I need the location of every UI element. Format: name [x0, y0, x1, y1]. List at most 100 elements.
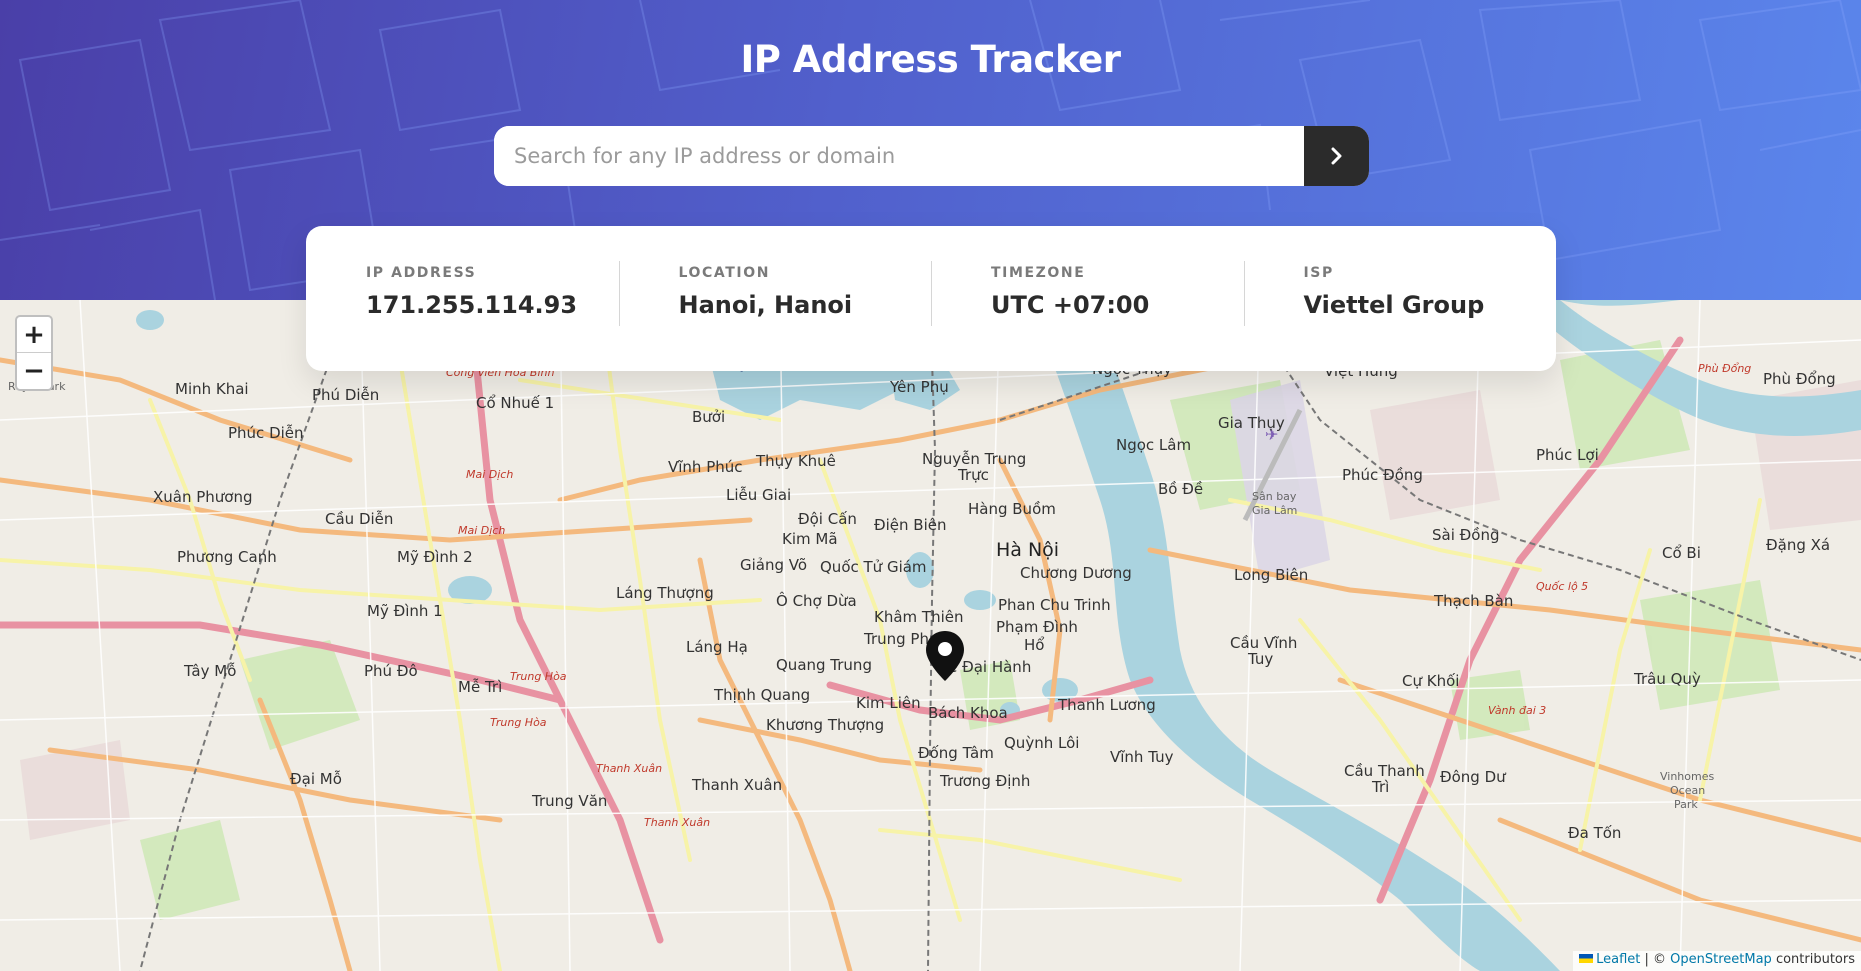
svg-text:Kim Mã: Kim Mã [782, 530, 838, 548]
svg-text:Đội Cấn: Đội Cấn [798, 510, 857, 528]
zoom-control: + − [15, 315, 53, 391]
svg-text:Quốc lộ 5: Quốc lộ 5 [1536, 580, 1588, 593]
svg-text:Cầu Diễn: Cầu Diễn [325, 510, 393, 528]
location-pin-icon[interactable] [924, 630, 966, 682]
svg-text:Thạch Bàn: Thạch Bàn [1433, 592, 1513, 610]
svg-text:Phúc Diễn: Phúc Diễn [228, 424, 304, 442]
page-title: IP Address Tracker [740, 38, 1121, 81]
location-value: Hanoi, Hanoi [678, 291, 853, 319]
svg-text:Ocean: Ocean [1670, 784, 1705, 797]
svg-text:Tuy: Tuy [1247, 650, 1273, 668]
info-location: LOCATION Hanoi, Hanoi [618, 261, 932, 371]
ip-address-value: 171.255.114.93 [366, 291, 578, 319]
svg-text:Kim Liên: Kim Liên [856, 694, 921, 712]
svg-text:Cự Khối: Cự Khối [1402, 672, 1459, 690]
svg-text:Long Biên: Long Biên [1234, 566, 1308, 584]
svg-text:Hàng Buồm: Hàng Buồm [968, 500, 1056, 518]
svg-text:Mai Dịch: Mai Dịch [466, 468, 513, 481]
info-label: TIMEZONE [991, 265, 1086, 281]
svg-text:Park: Park [1674, 798, 1698, 811]
svg-text:Phù Đổng: Phù Đổng [1763, 370, 1836, 388]
svg-text:Mỹ Đình 1: Mỹ Đình 1 [367, 602, 443, 620]
svg-text:Thanh Lương: Thanh Lương [1057, 696, 1156, 714]
zoom-out-button[interactable]: − [17, 353, 51, 389]
svg-text:Phạm Đình: Phạm Đình [996, 618, 1078, 636]
svg-text:Vĩnh Tuy: Vĩnh Tuy [1110, 748, 1174, 766]
svg-text:Liễu Giai: Liễu Giai [726, 486, 791, 504]
svg-text:Đống Tâm: Đống Tâm [918, 744, 994, 762]
svg-text:Gia Lâm: Gia Lâm [1252, 504, 1297, 517]
svg-text:Quang Trung: Quang Trung [776, 656, 872, 674]
info-label: ISP [1303, 265, 1334, 281]
svg-text:Sài Đồng: Sài Đồng [1432, 526, 1499, 544]
openstreetmap-link[interactable]: OpenStreetMap [1670, 952, 1772, 967]
svg-text:Bách Khoa: Bách Khoa [928, 704, 1008, 722]
svg-text:Phù Đổng: Phù Đổng [1698, 362, 1751, 375]
svg-text:Trung Hòa: Trung Hòa [510, 670, 567, 683]
info-label: IP ADDRESS [366, 265, 477, 281]
svg-text:Tây Mỗ: Tây Mỗ [183, 662, 236, 680]
svg-text:Đông Dư: Đông Dư [1440, 768, 1507, 786]
svg-text:Điện Biên: Điện Biên [874, 516, 947, 534]
leaflet-link[interactable]: Leaflet [1596, 952, 1640, 967]
svg-text:Phú Đô: Phú Đô [364, 662, 418, 680]
svg-text:Quốc Tử Giám: Quốc Tử Giám [820, 558, 927, 576]
svg-text:Cổ Bi: Cổ Bi [1662, 544, 1701, 562]
svg-text:Khâm Thiên: Khâm Thiên [874, 608, 964, 626]
svg-text:Ngọc Lâm: Ngọc Lâm [1116, 436, 1191, 454]
svg-text:Bồ Đề: Bồ Đề [1158, 480, 1203, 498]
search-input[interactable] [494, 126, 1304, 186]
svg-text:Phúc Đồng: Phúc Đồng [1342, 466, 1423, 484]
svg-text:Thanh Xuân: Thanh Xuân [596, 762, 662, 775]
timezone-value: UTC +07:00 [991, 291, 1150, 319]
svg-text:Hổ: Hổ [1024, 636, 1044, 654]
map[interactable]: ✈ Minh Khai Phú Diễn Cổ Nhuế 1 Phúc Diễn… [0, 300, 1861, 971]
info-card: IP ADDRESS 171.255.114.93 LOCATION Hanoi… [306, 226, 1556, 371]
svg-text:Đặng Xá: Đặng Xá [1766, 536, 1830, 554]
info-label: LOCATION [678, 265, 771, 281]
info-isp: ISP Viettel Group [1243, 261, 1557, 371]
svg-text:Phan Chu Trinh: Phan Chu Trinh [998, 596, 1111, 614]
svg-text:Vinhomes: Vinhomes [1660, 770, 1714, 783]
zoom-in-button[interactable]: + [17, 317, 51, 353]
info-timezone: TIMEZONE UTC +07:00 [931, 261, 1244, 371]
svg-text:Ô Chợ Dừa: Ô Chợ Dừa [776, 591, 857, 610]
svg-text:Láng Thượng: Láng Thượng [616, 584, 714, 602]
svg-text:Thanh Xuân: Thanh Xuân [644, 816, 710, 829]
svg-text:Mễ Trì: Mễ Trì [458, 678, 502, 696]
search-submit-button[interactable] [1304, 126, 1369, 186]
svg-text:Trương Định: Trương Định [939, 772, 1030, 790]
isp-value: Viettel Group [1303, 291, 1485, 319]
search-bar [494, 126, 1369, 186]
svg-text:Cổ Nhuế 1: Cổ Nhuế 1 [476, 394, 554, 412]
svg-text:Minh Khai: Minh Khai [175, 380, 249, 398]
info-ip-address: IP ADDRESS 171.255.114.93 [306, 265, 619, 371]
svg-text:Thịnh Quang: Thịnh Quang [713, 686, 810, 704]
svg-text:Yên Phụ: Yên Phụ [889, 378, 949, 396]
svg-text:Vĩnh Phúc: Vĩnh Phúc [668, 458, 743, 476]
svg-text:Phú Diễn: Phú Diễn [312, 386, 379, 404]
svg-text:Hà Nội: Hà Nội [996, 539, 1059, 561]
svg-text:Đại Mỗ: Đại Mỗ [290, 770, 342, 788]
attribution-suffix: contributors [1771, 952, 1855, 967]
svg-text:Đa Tốn: Đa Tốn [1568, 824, 1621, 842]
svg-text:Gia Thụy: Gia Thụy [1218, 414, 1285, 432]
map-attribution: Leaflet | © OpenStreetMap contributors [1573, 951, 1861, 971]
svg-text:Khương Thượng: Khương Thượng [766, 716, 884, 734]
svg-text:Trực: Trực [957, 466, 989, 484]
svg-text:Trung Văn: Trung Văn [531, 792, 607, 810]
svg-text:Thanh Xuân: Thanh Xuân [691, 776, 782, 794]
svg-text:Giảng Võ: Giảng Võ [740, 556, 807, 574]
svg-text:Phương Canh: Phương Canh [177, 548, 277, 566]
svg-text:Quỳnh Lôi: Quỳnh Lôi [1004, 734, 1079, 752]
svg-text:Vành đai 3: Vành đai 3 [1488, 704, 1546, 717]
svg-text:Phúc Lợi: Phúc Lợi [1536, 446, 1599, 464]
svg-text:Chương Dương: Chương Dương [1020, 564, 1132, 582]
chevron-right-icon [1331, 147, 1341, 165]
svg-text:Thụy Khuê: Thụy Khuê [755, 452, 836, 470]
svg-text:Trung Hòa: Trung Hòa [490, 716, 547, 729]
svg-text:Mai Dịch: Mai Dịch [458, 524, 505, 537]
svg-text:Trâu Quỳ: Trâu Quỳ [1633, 670, 1701, 688]
svg-text:Mỹ Đình 2: Mỹ Đình 2 [397, 548, 473, 566]
svg-text:Trì: Trì [1371, 778, 1389, 796]
